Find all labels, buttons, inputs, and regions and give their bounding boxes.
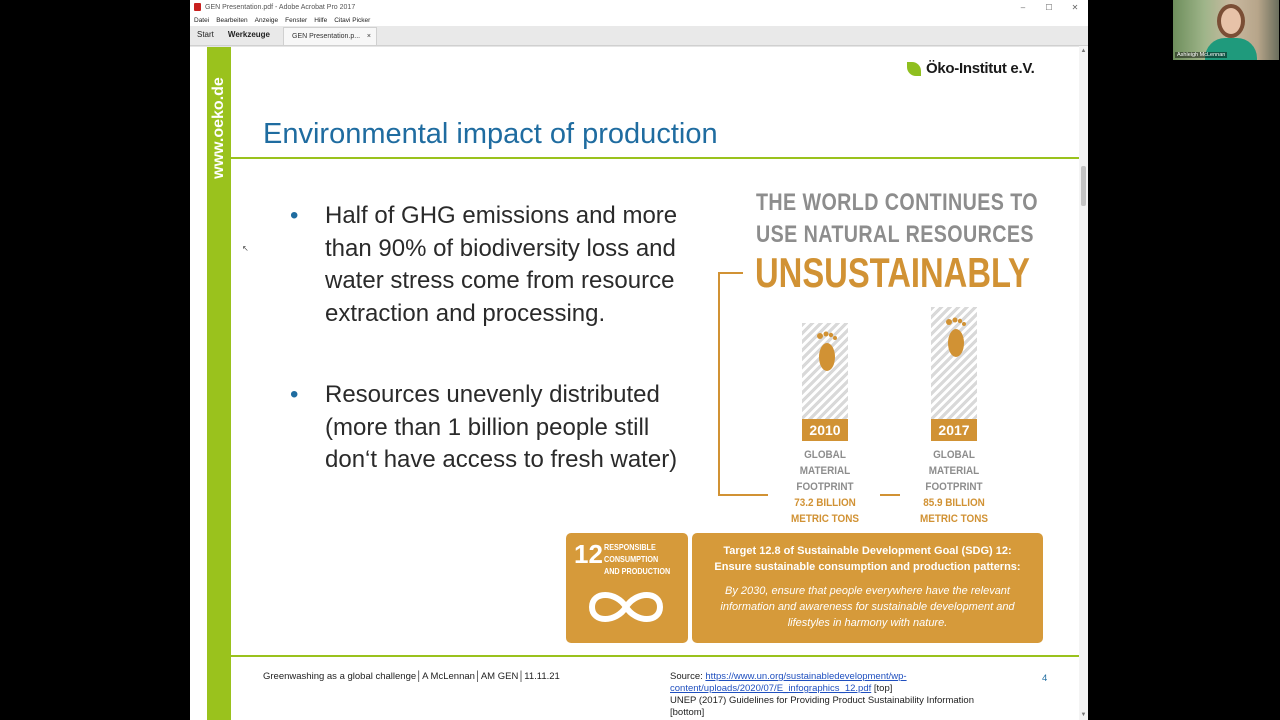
- document-area[interactable]: www.oeko.de Öko-Institut e.V. Environmen…: [190, 46, 1088, 720]
- window-title: GEN Presentation.pdf - Adobe Acrobat Pro…: [205, 3, 356, 11]
- footprint-icon: [817, 331, 837, 371]
- infographic-heading-line3: UNSUSTAINABLY: [755, 249, 1030, 296]
- footprint-value-line1: 85.9 BILLION: [923, 497, 985, 509]
- menu-bearbeiten[interactable]: Bearbeiten: [216, 17, 247, 24]
- pdf-icon: [194, 3, 201, 11]
- slide-title: Environmental impact of production: [263, 118, 718, 150]
- menu-anzeige[interactable]: Anzeige: [255, 17, 279, 24]
- maximize-button[interactable]: ☐: [1036, 3, 1062, 12]
- footprint-value: 73.2 BILLION METRIC TONS: [782, 495, 868, 527]
- bullet-text: Resources unevenly distributed (more tha…: [325, 381, 678, 473]
- slide-page: www.oeko.de Öko-Institut e.V. Environmen…: [190, 47, 1079, 720]
- footprint-2017: 2017 GLOBAL MATERIAL FOOTPRINT 85.9 BILL…: [906, 307, 1002, 527]
- tab-werkzeuge[interactable]: Werkzeuge: [221, 30, 277, 45]
- scroll-up-icon[interactable]: ▲: [1080, 48, 1087, 54]
- document-tab-label: GEN Presentation.p...: [292, 33, 361, 40]
- target-heading-1: Target 12.8 of Sustainable Development G…: [723, 545, 1012, 557]
- close-window-button[interactable]: ✕: [1062, 3, 1088, 12]
- footprint-value-line2: METRIC TONS: [919, 513, 989, 525]
- footer-source: Source: https://www.un.org/sustainablede…: [670, 671, 1000, 719]
- participant-name: Ashleigh McLennan: [1175, 52, 1228, 58]
- sdg-label: RESPONSIBLE CONSUMPTION AND PRODUCTION: [604, 542, 671, 576]
- infographic-heading-line1: THE WORLD CONTINUES TO: [756, 189, 1038, 216]
- target-heading-2: Ensure sustainable consumption and produ…: [714, 561, 1021, 573]
- side-bar: www.oeko.de: [207, 47, 231, 720]
- mouse-cursor-icon: ↖: [242, 244, 249, 253]
- webcam-thumbnail: Ashleigh McLennan: [1173, 0, 1279, 60]
- oeko-institut-logo: Öko-Institut e.V.: [907, 60, 1035, 77]
- footprint-2010: 2010 GLOBAL MATERIAL FOOTPRINT 73.2 BILL…: [777, 323, 873, 527]
- footprint-label: GLOBAL MATERIAL FOOTPRINT: [782, 447, 868, 495]
- target-body: By 2030, ensure that people everywhere h…: [720, 585, 1015, 629]
- infographic: THE WORLD CONTINUES TO USE NATURAL RESOU…: [718, 189, 1038, 525]
- footer-divider: [231, 655, 1079, 657]
- minimize-button[interactable]: –: [1010, 3, 1036, 12]
- footprint-label-line1: GLOBAL MATERIAL: [928, 449, 980, 477]
- bullet-dot: •: [290, 202, 299, 229]
- sdg-number: 12: [574, 539, 603, 569]
- year-label: 2010: [802, 419, 848, 441]
- menu-bar: Datei Bearbeiten Anzeige Fenster Hilfe C…: [190, 14, 1088, 26]
- bullet-dot: •: [290, 381, 299, 408]
- menu-hilfe[interactable]: Hilfe: [314, 17, 327, 24]
- footprint-icon: [946, 317, 966, 357]
- menu-fenster[interactable]: Fenster: [285, 17, 307, 24]
- tab-document[interactable]: GEN Presentation.p... ×: [283, 27, 377, 45]
- footprint-label-line2: FOOTPRINT: [796, 481, 854, 493]
- footprint-label-line1: GLOBAL MATERIAL: [799, 449, 851, 477]
- bracket-left: [718, 272, 743, 496]
- footprint-label: GLOBAL MATERIAL FOOTPRINT: [911, 447, 997, 495]
- scrollbar-thumb[interactable]: [1081, 166, 1086, 206]
- footprint-value-line2: METRIC TONS: [790, 513, 860, 525]
- footprint-value: 85.9 BILLION METRIC TONS: [911, 495, 997, 527]
- side-url: www.oeko.de: [210, 77, 227, 179]
- footprint-bar: [931, 307, 977, 419]
- tab-bar: Start Werkzeuge GEN Presentation.p... ×: [190, 26, 1088, 46]
- sdg-target-box: Target 12.8 of Sustainable Development G…: [692, 533, 1043, 643]
- scroll-down-icon[interactable]: ▼: [1080, 712, 1087, 718]
- bracket-bottom-line: [718, 494, 768, 496]
- source-prefix: Source:: [670, 671, 706, 682]
- acrobat-window: GEN Presentation.pdf - Adobe Acrobat Pro…: [190, 0, 1088, 720]
- footprint-value-line1: 73.2 BILLION: [794, 497, 856, 509]
- close-tab-icon[interactable]: ×: [367, 33, 371, 40]
- connector-line: [880, 494, 900, 496]
- sdg-12-tile: 12 RESPONSIBLE CONSUMPTION AND PRODUCTIO…: [566, 533, 688, 643]
- menu-datei[interactable]: Datei: [194, 17, 209, 24]
- title-divider: [231, 157, 1079, 159]
- infographic-heading-line2: USE NATURAL RESOURCES: [756, 221, 1034, 248]
- menu-citavi-picker[interactable]: Citavi Picker: [334, 17, 370, 24]
- page-number: 4: [1042, 673, 1048, 684]
- participant-head: [1217, 4, 1245, 38]
- footer-credit: Greenwashing as a global challenge│A McL…: [263, 671, 560, 682]
- title-bar: GEN Presentation.pdf - Adobe Acrobat Pro…: [190, 0, 1088, 14]
- infinity-icon: [588, 592, 664, 622]
- source-top-note: [top]: [871, 683, 893, 694]
- bullet-text: Half of GHG emissions and more than 90% …: [325, 202, 678, 327]
- footprint-bar: [802, 323, 848, 419]
- leaf-icon: [907, 61, 921, 76]
- year-label: 2017: [931, 419, 977, 441]
- vertical-scrollbar[interactable]: ▲ ▼: [1079, 46, 1088, 720]
- footprint-label-line2: FOOTPRINT: [925, 481, 983, 493]
- logo-text: Öko-Institut e.V.: [926, 60, 1035, 77]
- source-second: UNEP (2017) Guidelines for Providing Pro…: [670, 695, 974, 718]
- tab-start[interactable]: Start: [190, 30, 221, 45]
